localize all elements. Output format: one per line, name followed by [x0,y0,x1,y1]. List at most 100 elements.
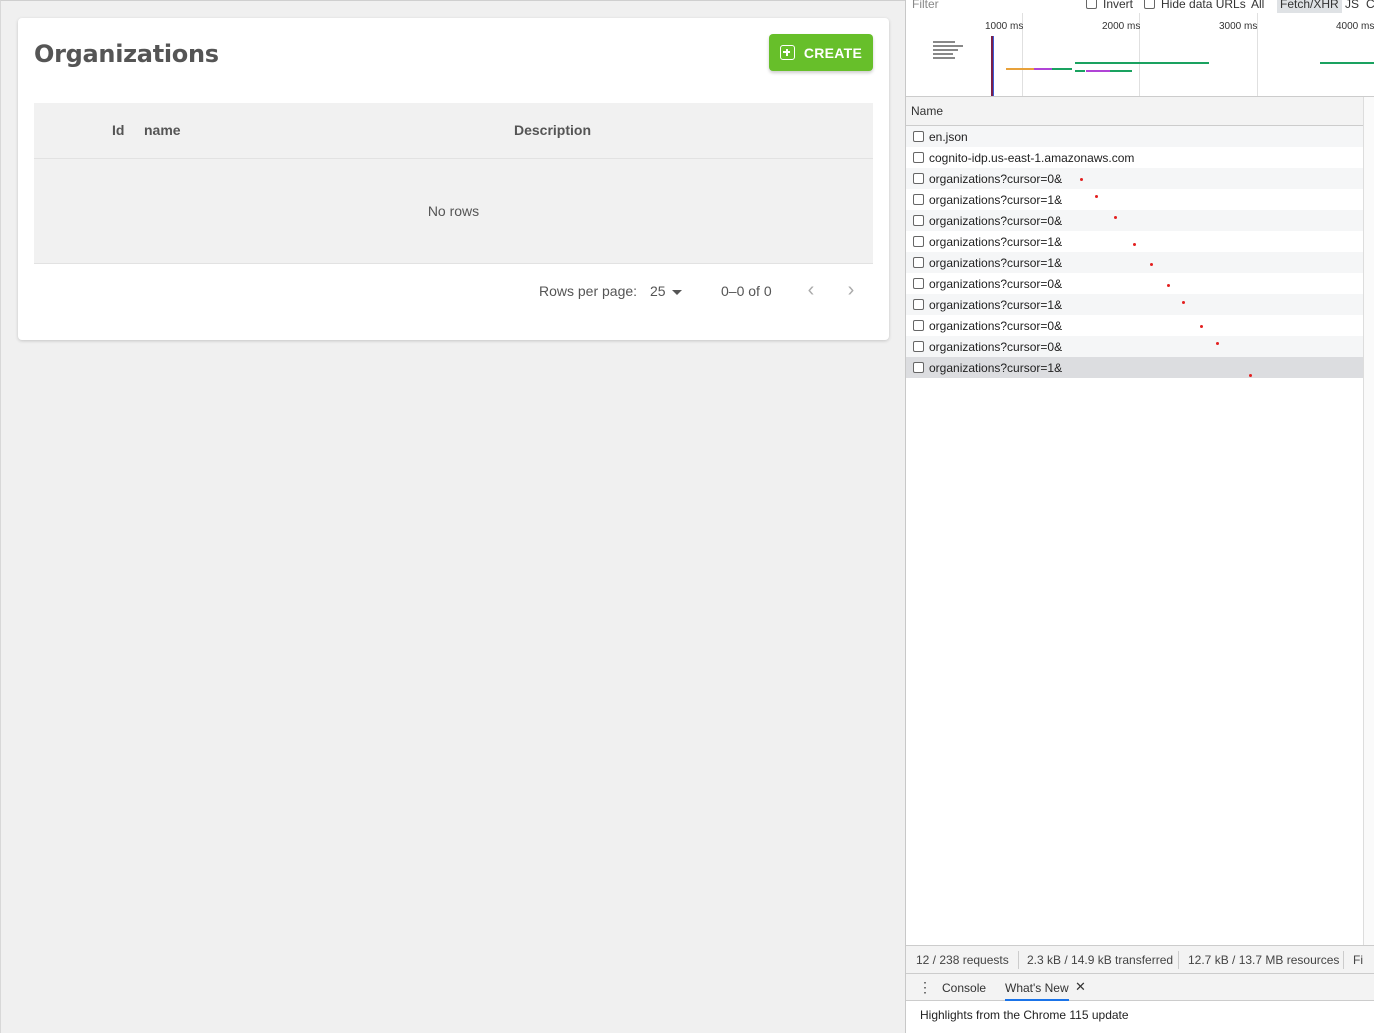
row-checkbox[interactable] [913,131,924,142]
timeline-marker [993,36,994,96]
row-checkbox[interactable] [913,152,924,163]
divider [1343,951,1344,969]
timeline-label: 2000 ms [1102,21,1141,32]
request-name: cognito-idp.us-east-1.amazonaws.com [929,151,1135,165]
dropdown-caret-icon[interactable] [672,290,682,295]
timeline-label: 1000 ms [985,21,1024,32]
row-checkbox[interactable] [913,257,924,268]
timeline-bar [933,41,955,43]
hide-data-urls-checkbox[interactable] [1144,0,1155,9]
add-box-icon [779,45,795,60]
app-pane: Organizations CREATE Id name Description… [0,0,905,1033]
request-row-selected[interactable]: organizations?cursor=1& [906,357,1363,378]
name-column-header[interactable]: Name [906,97,1363,126]
tab-console[interactable]: Console [942,981,986,995]
rows-per-page-label: Rows per page: [539,283,638,299]
row-checkbox[interactable] [913,215,924,226]
red-dot-marker [1133,243,1136,246]
request-name: organizations?cursor=1& [929,298,1063,312]
grid-body: No rows [34,159,873,264]
type-filter-fetch-xhr[interactable]: Fetch/XHR [1277,0,1342,13]
pagination-range: 0–0 of 0 [721,283,772,299]
invert-checkbox[interactable] [1086,0,1097,9]
finish-time: Fi [1353,953,1363,967]
column-header-name[interactable]: name [144,122,181,138]
timeline-bar [1320,62,1374,64]
request-row[interactable]: organizations?cursor=0& [906,273,1363,294]
devtools-network-panel: Filter Invert Hide data URLs All Fetch/X… [905,0,1374,1033]
more-options-icon[interactable]: ⋮ [918,979,932,996]
red-dot-marker [1080,178,1083,181]
red-dot-marker [1150,263,1153,266]
request-row[interactable]: organizations?cursor=0& [906,315,1363,336]
request-row[interactable]: organizations?cursor=1& [906,294,1363,315]
request-row[interactable]: en.json [906,126,1363,147]
drawer-content: Highlights from the Chrome 115 update [906,1001,1374,1033]
request-name: organizations?cursor=0& [929,319,1063,333]
request-row[interactable]: organizations?cursor=1& [906,231,1363,252]
create-button[interactable]: CREATE [769,34,873,71]
grid-header: Id name Description [34,103,873,159]
timeline-bar [1086,70,1110,72]
page-title: Organizations [34,40,219,68]
create-button-label: CREATE [803,44,863,61]
request-name: en.json [929,130,968,144]
network-summary-bar: 12 / 238 requests 2.3 kB / 14.9 kB trans… [906,945,1374,973]
timeline-bar [1006,68,1034,70]
request-row[interactable]: organizations?cursor=1& [906,189,1363,210]
row-checkbox[interactable] [913,341,924,352]
request-row[interactable]: organizations?cursor=0& [906,336,1363,357]
timeline-bar [933,53,953,55]
row-checkbox[interactable] [913,362,924,373]
request-row[interactable]: organizations?cursor=0& [906,168,1363,189]
timeline-bar [933,49,958,51]
drawer-tab-bar: ⋮ Console What's New ✕ [906,973,1374,1001]
timeline-label: 4000 ms [1336,21,1374,32]
column-header-name: Name [911,104,944,118]
hide-data-urls-label: Hide data URLs [1161,0,1246,11]
request-name: organizations?cursor=0& [929,277,1063,291]
type-filter-js[interactable]: JS [1345,0,1359,11]
request-name: organizations?cursor=1& [929,361,1063,375]
tab-whats-new[interactable]: What's New [1005,981,1069,1001]
request-row[interactable]: cognito-idp.us-east-1.amazonaws.com [906,147,1363,168]
organizations-card: Organizations CREATE Id name Description… [18,18,889,340]
type-filter-c[interactable]: C [1366,0,1374,11]
request-row[interactable]: organizations?cursor=0& [906,210,1363,231]
close-icon[interactable]: ✕ [1075,979,1086,995]
row-checkbox[interactable] [913,299,924,310]
row-checkbox[interactable] [913,173,924,184]
red-dot-marker [1216,342,1219,345]
timeline-bar [1052,68,1072,70]
timeline-bar [1034,68,1052,70]
request-name: organizations?cursor=0& [929,214,1063,228]
red-dot-marker [1167,284,1170,287]
filter-bar: Filter Invert Hide data URLs All Fetch/X… [906,0,1374,13]
red-dot-marker [1200,325,1203,328]
row-checkbox[interactable] [913,236,924,247]
timeline-bar [933,57,955,59]
row-checkbox[interactable] [913,320,924,331]
type-filter-all[interactable]: All [1251,0,1264,11]
rows-per-page-select[interactable]: 25 [650,283,666,299]
invert-label: Invert [1103,0,1134,11]
requests-count: 12 / 238 requests [916,953,1009,967]
request-row[interactable]: organizations?cursor=1& [906,252,1363,273]
red-dot-marker [1182,301,1185,304]
timeline-bar [933,45,963,47]
divider [1018,951,1019,969]
column-header-id[interactable]: Id [112,122,124,138]
timeline-bar [1075,62,1209,64]
column-header-description[interactable]: Description [514,122,591,138]
whats-new-highlights: Highlights from the Chrome 115 update [920,1008,1129,1022]
row-checkbox[interactable] [913,278,924,289]
transferred-size: 2.3 kB / 14.9 kB transferred [1027,953,1174,967]
row-checkbox[interactable] [913,194,924,205]
timeline-label: 3000 ms [1219,21,1258,32]
previous-page-chevron-icon[interactable]: ‹ [800,280,822,302]
filter-input[interactable]: Filter [912,0,939,11]
waterfall-side-strip[interactable] [1363,97,1374,945]
network-timeline-overview[interactable]: 1000 ms 2000 ms 3000 ms 4000 ms [906,13,1374,97]
red-dot-marker [1095,195,1098,198]
next-page-chevron-icon[interactable]: › [840,280,862,302]
